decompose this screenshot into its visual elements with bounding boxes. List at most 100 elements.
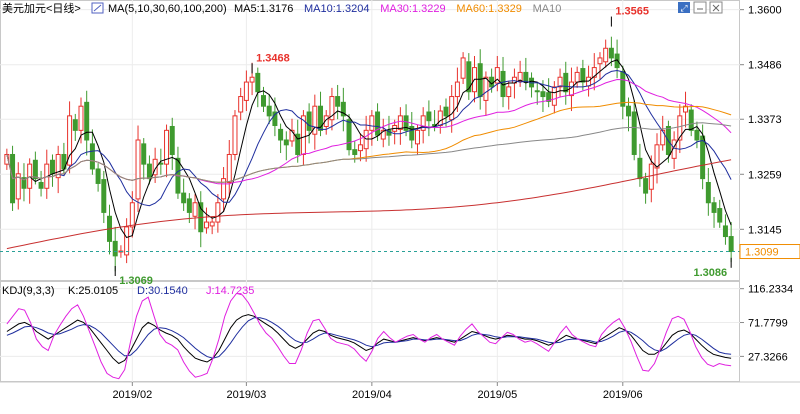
kdj-k-value: K:25.0105: [68, 285, 118, 297]
annotation-label-1: 1.3468: [256, 52, 290, 64]
candle-body-16: [95, 168, 101, 184]
candle-body-53: [306, 111, 312, 131]
candle-body-62: [357, 144, 363, 152]
window-controls: ⤢: [678, 1, 723, 14]
candle-body-80: [460, 57, 466, 79]
candle-body-77: [443, 106, 449, 117]
candle-body-36: [209, 221, 215, 227]
annotation-label-2: 1.3565: [615, 6, 649, 18]
candle-body-65: [375, 111, 381, 136]
candle-body-19: [112, 240, 118, 257]
chart-svg: 1.3600 1.3486 1.3373 1.3259 1.3145 116.2334 71…: [0, 0, 800, 401]
candle-body-8: [49, 159, 55, 175]
candle-body-24: [141, 143, 147, 165]
kdj-d-value: D:30.1540: [137, 285, 188, 297]
kdj-y-tick-label-0: 116.2334: [748, 284, 793, 296]
candle-body-17: [101, 179, 107, 213]
candle-body-98: [563, 72, 569, 93]
candle-body-13: [78, 105, 84, 131]
candle-body-58: [335, 96, 341, 107]
candle-body-64: [369, 115, 375, 131]
candle-body-88: [506, 86, 512, 98]
candle-body-14: [84, 101, 90, 141]
ma-value-1: MA10:1.3204: [304, 3, 369, 15]
candle-body-39: [226, 153, 232, 183]
chart-root: 1.3600 1.3486 1.3373 1.3259 1.3145 116.2334 71…: [0, 0, 800, 409]
candle-body-127: [728, 236, 734, 253]
candle-body-83: [477, 63, 483, 98]
minimize-icon[interactable]: [693, 1, 707, 14]
candle-body-22: [129, 202, 135, 228]
candle-body-43: [249, 76, 255, 83]
candle-body-35: [203, 221, 209, 229]
candle-body-23: [135, 139, 141, 200]
candle-body-115: [660, 129, 666, 146]
candle-body-63: [363, 129, 369, 150]
y-tick-label-3: 1.3259: [748, 169, 782, 181]
candle-body-84: [483, 76, 489, 101]
candle-body-12: [72, 119, 78, 131]
candle-body-21: [124, 226, 130, 256]
candle-body-60: [346, 119, 352, 151]
candle-body-74: [426, 111, 432, 122]
candle-body-49: [283, 139, 289, 146]
candle-body-106: [608, 47, 614, 59]
ma-params-label: MA(5,10,30,60,100,200): [108, 3, 227, 15]
candle-body-76: [437, 110, 443, 127]
candle-body-101: [580, 68, 586, 83]
candle-body-79: [454, 81, 460, 98]
x-tick-label-1: 2019/03: [227, 389, 267, 401]
candle-body-120: [688, 109, 694, 131]
chart-title: 美元加元<日线>: [2, 1, 81, 15]
candle-body-37: [215, 202, 221, 223]
candle-body-31: [181, 192, 187, 204]
candle-body-78: [449, 96, 455, 121]
candle-body-42: [243, 81, 249, 101]
x-tick-label-4: 2019/06: [603, 389, 643, 401]
candle-body-105: [603, 47, 609, 63]
candle-body-32: [186, 198, 192, 213]
candle-body-94: [540, 91, 546, 98]
candle-body-121: [694, 129, 700, 141]
candle-body-44: [255, 72, 261, 93]
ma-value-3: MA60:1.3329: [456, 3, 521, 15]
candle-body-112: [643, 178, 649, 194]
candle-body-93: [534, 90, 540, 93]
candle-body-125: [717, 208, 723, 223]
candle-body-100: [574, 71, 580, 83]
candle-body-114: [654, 144, 660, 169]
ma-value-4: MA10: [533, 3, 562, 15]
ma-value-0: MA5:1.3176: [234, 3, 293, 15]
candle-body-69: [397, 115, 403, 130]
candle-body-123: [705, 181, 711, 204]
candle-body-111: [637, 157, 643, 180]
y-tick-label-4: 1.3145: [748, 224, 782, 236]
candle-body-40: [232, 115, 238, 155]
y-tick-label-1: 1.3486: [748, 60, 782, 72]
candle-body-122: [700, 135, 706, 180]
candle-body-104: [597, 57, 603, 65]
kdj-title: KDJ(9,3,3): [2, 285, 55, 297]
candle-body-6: [38, 181, 44, 189]
current-price-label: 1.3099: [745, 247, 779, 259]
candle-body-33: [192, 202, 198, 217]
candle-body-72: [414, 129, 420, 145]
candle-body-124: [711, 202, 717, 213]
ma-value-2: MA30:1.3229: [380, 3, 445, 15]
kdj-j-value: J:14.7235: [206, 285, 254, 297]
candle-body-48: [278, 128, 284, 141]
candle-body-45: [260, 95, 266, 107]
candle-body-110: [631, 111, 637, 155]
x-tick-label-3: 2019/05: [477, 389, 517, 401]
annotation-label-3: 1.3086: [693, 267, 727, 279]
kdj-y-tick-label-1: 71.7799: [748, 318, 788, 330]
candle-body-96: [551, 86, 557, 106]
candle-body-109: [625, 105, 631, 117]
candle-body-108: [620, 70, 626, 107]
candle-body-46: [266, 105, 272, 117]
candle-body-61: [352, 149, 358, 155]
candle-body-113: [648, 163, 654, 190]
x-tick-label-0: 2019/02: [112, 389, 152, 401]
candle-body-29: [169, 125, 175, 155]
candle-body-41: [238, 96, 244, 113]
